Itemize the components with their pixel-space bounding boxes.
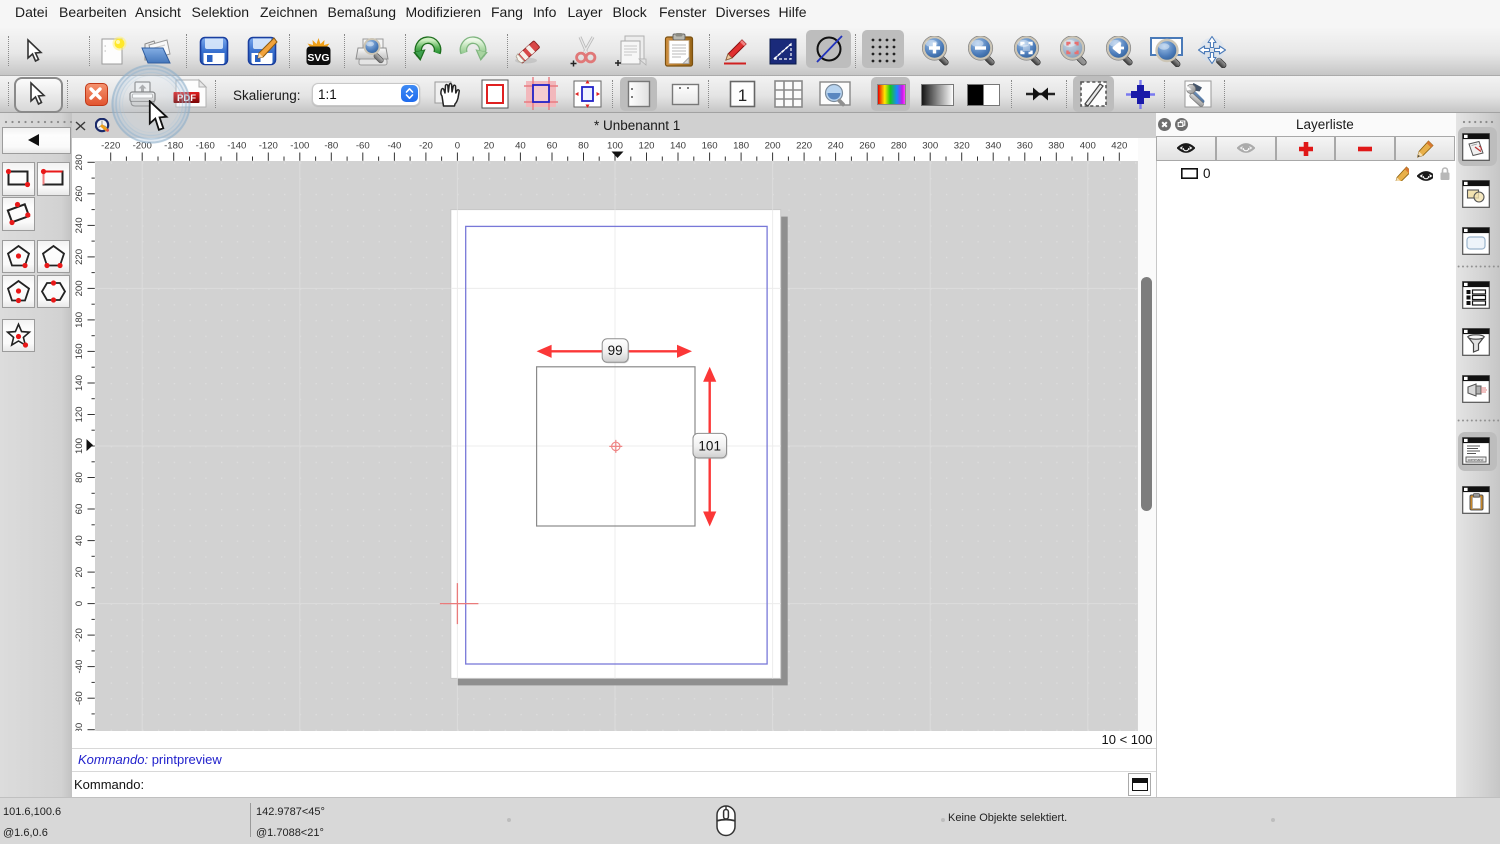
svg-text:380: 380 xyxy=(1048,141,1064,152)
svg-text:100: 100 xyxy=(74,438,85,454)
svg-text:260: 260 xyxy=(859,141,875,152)
svg-text:-60: -60 xyxy=(356,141,370,152)
svg-text:300: 300 xyxy=(922,141,938,152)
svg-text:320: 320 xyxy=(954,141,970,152)
svg-text:command: command xyxy=(1468,458,1484,462)
svg-text:100: 100 xyxy=(607,141,623,152)
svg-text:240: 240 xyxy=(74,217,85,233)
svg-text:0: 0 xyxy=(74,601,85,606)
svg-text:-20: -20 xyxy=(419,141,433,152)
svg-text:-60: -60 xyxy=(74,691,85,705)
svg-text:360: 360 xyxy=(1017,141,1033,152)
svg-text:0: 0 xyxy=(455,141,460,152)
svg-text:-40: -40 xyxy=(74,660,85,674)
svg-text:400: 400 xyxy=(1080,141,1096,152)
svg-text:99: 99 xyxy=(608,343,623,358)
svg-text:220: 220 xyxy=(796,141,812,152)
svg-text:60: 60 xyxy=(74,504,85,515)
svg-text:-80: -80 xyxy=(74,723,85,731)
svg-text:180: 180 xyxy=(74,312,85,328)
svg-text:80: 80 xyxy=(578,141,589,152)
svg-text:240: 240 xyxy=(828,141,844,152)
svg-text:20: 20 xyxy=(74,567,85,578)
svg-text:280: 280 xyxy=(74,154,85,170)
svg-text:260: 260 xyxy=(74,186,85,202)
svg-text:1: 1 xyxy=(738,86,747,105)
svg-text:200: 200 xyxy=(74,280,85,296)
svg-text:101: 101 xyxy=(698,438,721,453)
svg-text:40: 40 xyxy=(515,141,526,152)
svg-text:20: 20 xyxy=(484,141,495,152)
svg-text:-40: -40 xyxy=(387,141,401,152)
svg-text:160: 160 xyxy=(702,141,718,152)
svg-text:280: 280 xyxy=(891,141,907,152)
svg-text:-100: -100 xyxy=(290,141,309,152)
svg-text:-140: -140 xyxy=(227,141,246,152)
svg-text:340: 340 xyxy=(985,141,1001,152)
svg-text:-120: -120 xyxy=(259,141,278,152)
svg-text:180: 180 xyxy=(733,141,749,152)
svg-text:40: 40 xyxy=(74,535,85,546)
svg-text:-20: -20 xyxy=(74,628,85,642)
svg-text:200: 200 xyxy=(765,141,781,152)
svg-text:120: 120 xyxy=(638,141,654,152)
svg-text:220: 220 xyxy=(74,249,85,265)
svg-text:160: 160 xyxy=(74,343,85,359)
svg-text:120: 120 xyxy=(74,406,85,422)
svg-text:140: 140 xyxy=(670,141,686,152)
svg-text:-80: -80 xyxy=(324,141,338,152)
svg-text:420: 420 xyxy=(1111,141,1127,152)
svg-text:-160: -160 xyxy=(196,141,215,152)
svg-text:140: 140 xyxy=(74,375,85,391)
svg-text:SVG: SVG xyxy=(307,52,329,64)
svg-text:60: 60 xyxy=(547,141,558,152)
svg-text:80: 80 xyxy=(74,472,85,483)
